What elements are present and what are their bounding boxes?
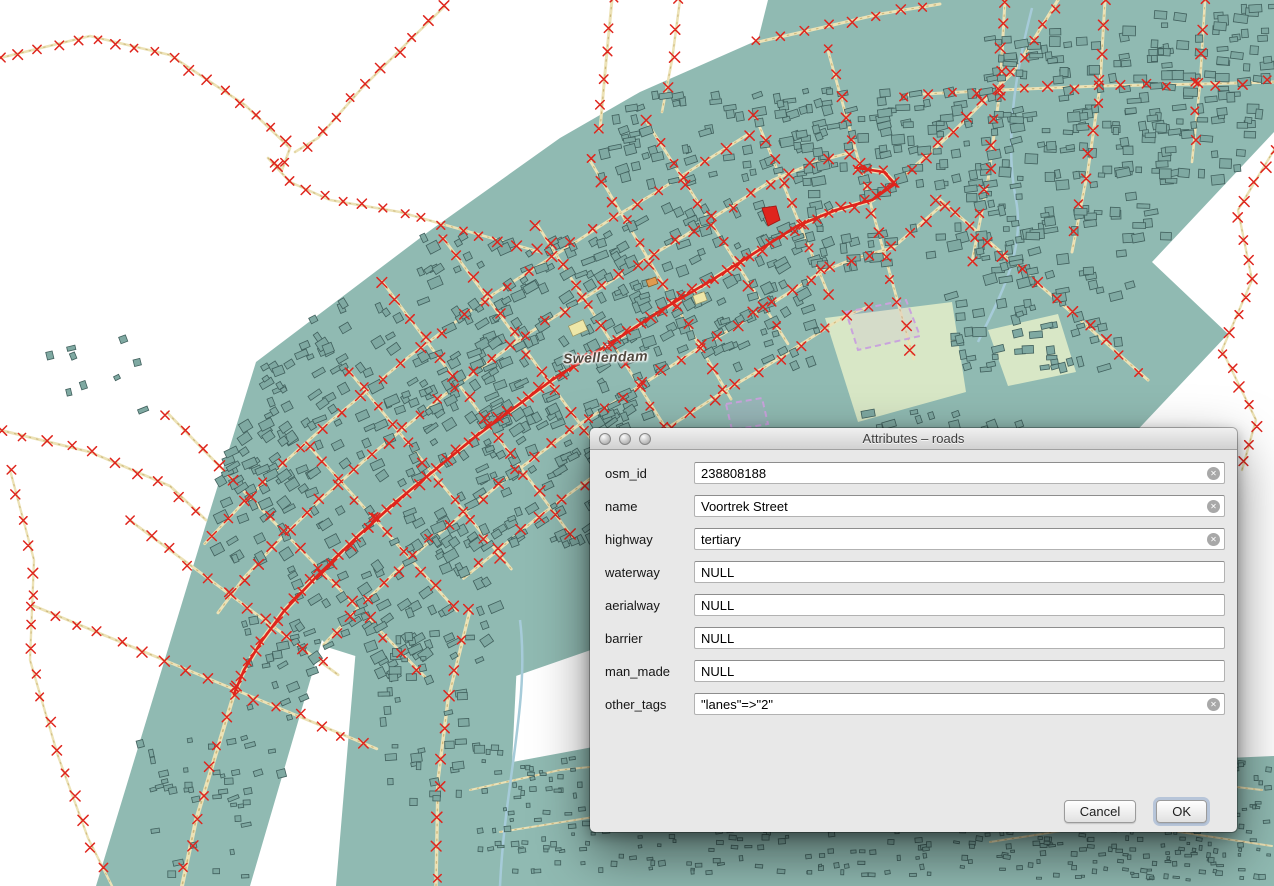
field-row-highway: highway ✕: [605, 528, 1225, 550]
field-input-name[interactable]: [694, 495, 1225, 517]
field-label-osm_id: osm_id: [605, 466, 694, 481]
field-label-name: name: [605, 499, 694, 514]
minimize-button[interactable]: [619, 433, 631, 445]
field-row-other_tags: other_tags ✕: [605, 693, 1225, 715]
field-label-waterway: waterway: [605, 565, 694, 580]
field-input-wrap: ✕: [694, 693, 1225, 715]
ok-button[interactable]: OK: [1156, 800, 1207, 823]
clear-field-icon[interactable]: ✕: [1207, 467, 1220, 480]
field-input-man_made[interactable]: [694, 660, 1225, 682]
field-input-wrap: ✕: [694, 495, 1225, 517]
field-label-man_made: man_made: [605, 664, 694, 679]
field-label-other_tags: other_tags: [605, 697, 694, 712]
field-input-waterway[interactable]: [694, 561, 1225, 583]
dialog-title: Attributes – roads: [863, 431, 965, 446]
zoom-button[interactable]: [639, 433, 651, 445]
field-input-wrap: ✕: [694, 462, 1225, 484]
field-input-barrier[interactable]: [694, 627, 1225, 649]
field-row-osm_id: osm_id ✕: [605, 462, 1225, 484]
field-input-highway[interactable]: [694, 528, 1225, 550]
map-place-label: Swellendam: [563, 348, 648, 367]
field-input-osm_id[interactable]: [694, 462, 1225, 484]
field-row-aerialway: aerialway: [605, 594, 1225, 616]
attributes-dialog: Attributes – roads osm_id ✕ name ✕ highway ✕ w…: [590, 428, 1237, 832]
field-label-barrier: barrier: [605, 631, 694, 646]
cancel-button[interactable]: Cancel: [1064, 800, 1136, 823]
field-row-man_made: man_made: [605, 660, 1225, 682]
close-button[interactable]: [599, 433, 611, 445]
clear-field-icon[interactable]: ✕: [1207, 500, 1220, 513]
field-input-wrap: [694, 594, 1225, 616]
field-row-name: name ✕: [605, 495, 1225, 517]
field-row-waterway: waterway: [605, 561, 1225, 583]
field-row-barrier: barrier: [605, 627, 1225, 649]
field-input-aerialway[interactable]: [694, 594, 1225, 616]
field-input-wrap: ✕: [694, 528, 1225, 550]
window-controls: [599, 433, 651, 445]
field-input-wrap: [694, 627, 1225, 649]
clear-field-icon[interactable]: ✕: [1207, 533, 1220, 546]
field-label-aerialway: aerialway: [605, 598, 694, 613]
dialog-buttons: Cancel OK: [1064, 800, 1207, 823]
dialog-titlebar[interactable]: Attributes – roads: [590, 428, 1237, 450]
attributes-form: osm_id ✕ name ✕ highway ✕ waterway aerialway bar…: [590, 450, 1237, 715]
field-input-wrap: [694, 561, 1225, 583]
clear-field-icon[interactable]: ✕: [1207, 698, 1220, 711]
field-label-highway: highway: [605, 532, 694, 547]
field-input-other_tags[interactable]: [694, 693, 1225, 715]
field-input-wrap: [694, 660, 1225, 682]
